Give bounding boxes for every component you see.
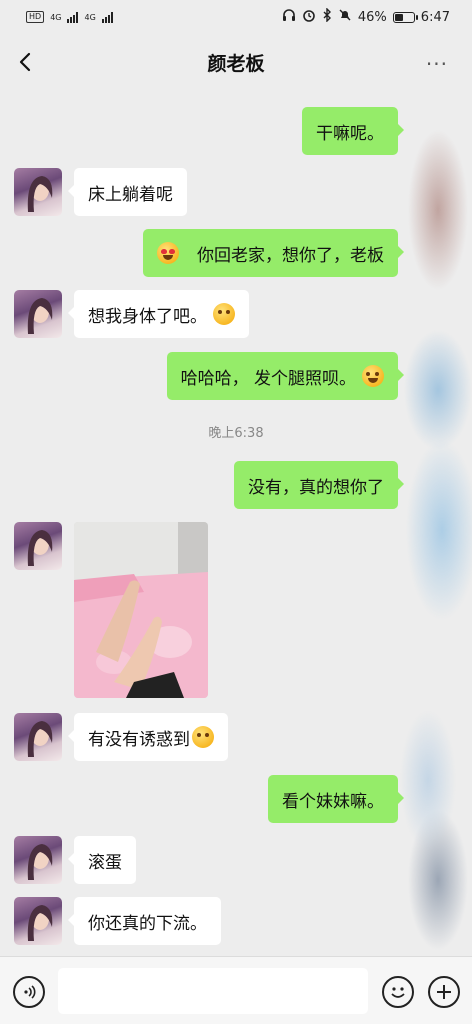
outgoing-message[interactable]: 干嘛呢。 [302,107,404,155]
more-actions-button[interactable] [428,976,460,1008]
incoming-message[interactable]: 滚蛋 [68,836,136,884]
outgoing-message[interactable]: 没有，真的想你了 [234,461,404,509]
message-text: 看个妹妹嘛。 [282,791,384,812]
plus-icon [437,985,451,999]
outgoing-message[interactable]: 哈哈哈， 发个腿照呗。 [166,352,405,400]
alarm-icon [302,8,316,26]
outgoing-message[interactable]: 看个妹妹嘛。 [268,775,404,823]
message-text: 干嘛呢。 [316,123,384,144]
message-input[interactable] [58,968,368,1014]
heart-eyes-emoji-icon [157,242,179,264]
contact-avatar[interactable] [14,897,62,945]
incoming-message[interactable]: 有没有诱惑到 [68,713,228,761]
emoji-button[interactable] [382,976,414,1008]
chat-header: 颜老板 ··· [0,34,472,90]
contact-avatar[interactable] [14,713,62,761]
message-text: 想我身体了吧。 [88,306,207,327]
message-text: 滚蛋 [88,852,122,873]
outgoing-message[interactable]: 你回老家，想你了，老板 [143,229,404,277]
message-text: 你还真的下流。 [88,913,207,934]
contact-avatar[interactable] [14,522,62,570]
more-options-button[interactable]: ··· [426,52,448,76]
status-left: HD 4G 4G [26,11,113,23]
chat-title: 颜老板 [207,52,265,75]
battery-icon [392,11,418,23]
status-bar: HD 4G 4G 46% 6:47 [0,0,472,34]
message-text: 床上躺着呢 [88,184,173,205]
message-text: 哈哈哈， 发个腿照呗。 [180,368,356,389]
back-button[interactable] [14,48,38,76]
contact-avatar[interactable] [14,836,62,884]
chevron-left-icon [19,52,31,72]
incoming-message[interactable]: 你还真的下流。 [68,897,221,945]
message-text: 没有，真的想你了 [248,477,384,498]
incoming-message[interactable]: 床上躺着呢 [68,168,187,216]
signal-icon-2 [101,11,113,23]
input-bar [0,956,472,1024]
contact-avatar[interactable] [14,168,62,216]
status-right: 46% 6:47 [282,7,450,26]
smiley-icon [391,987,405,998]
message-text: 你回老家，想你了，老板 [197,245,384,266]
signal-icon [67,11,79,23]
contact-avatar[interactable] [14,290,62,338]
bluetooth-icon [322,7,332,26]
timestamp-label: 晚上6:38 [208,426,264,441]
battery-percent: 46% [357,9,387,25]
photo-image [74,522,208,698]
mute-icon [338,8,352,26]
hd-badge: HD [26,11,45,23]
clock: 6:47 [420,9,450,25]
voice-button[interactable] [13,976,45,1008]
message-text: 有没有诱惑到 [88,729,190,750]
message-list[interactable]: 干嘛呢。 床上躺着呢 你回老家，想你了，老板 想我身体了吧。 哈哈哈， 发个腿照… [0,90,472,956]
battery-fill [394,13,403,21]
headphones-icon [282,8,296,26]
network-label-1: 4G [50,12,62,22]
thinking-emoji-icon [192,726,214,748]
thinking-emoji-icon [213,303,235,325]
laughing-emoji-icon [362,365,384,387]
incoming-message[interactable]: 想我身体了吧。 [68,290,249,338]
photo-message[interactable] [74,522,208,698]
network-label-2: 4G [84,12,96,22]
voice-icon [24,985,36,999]
